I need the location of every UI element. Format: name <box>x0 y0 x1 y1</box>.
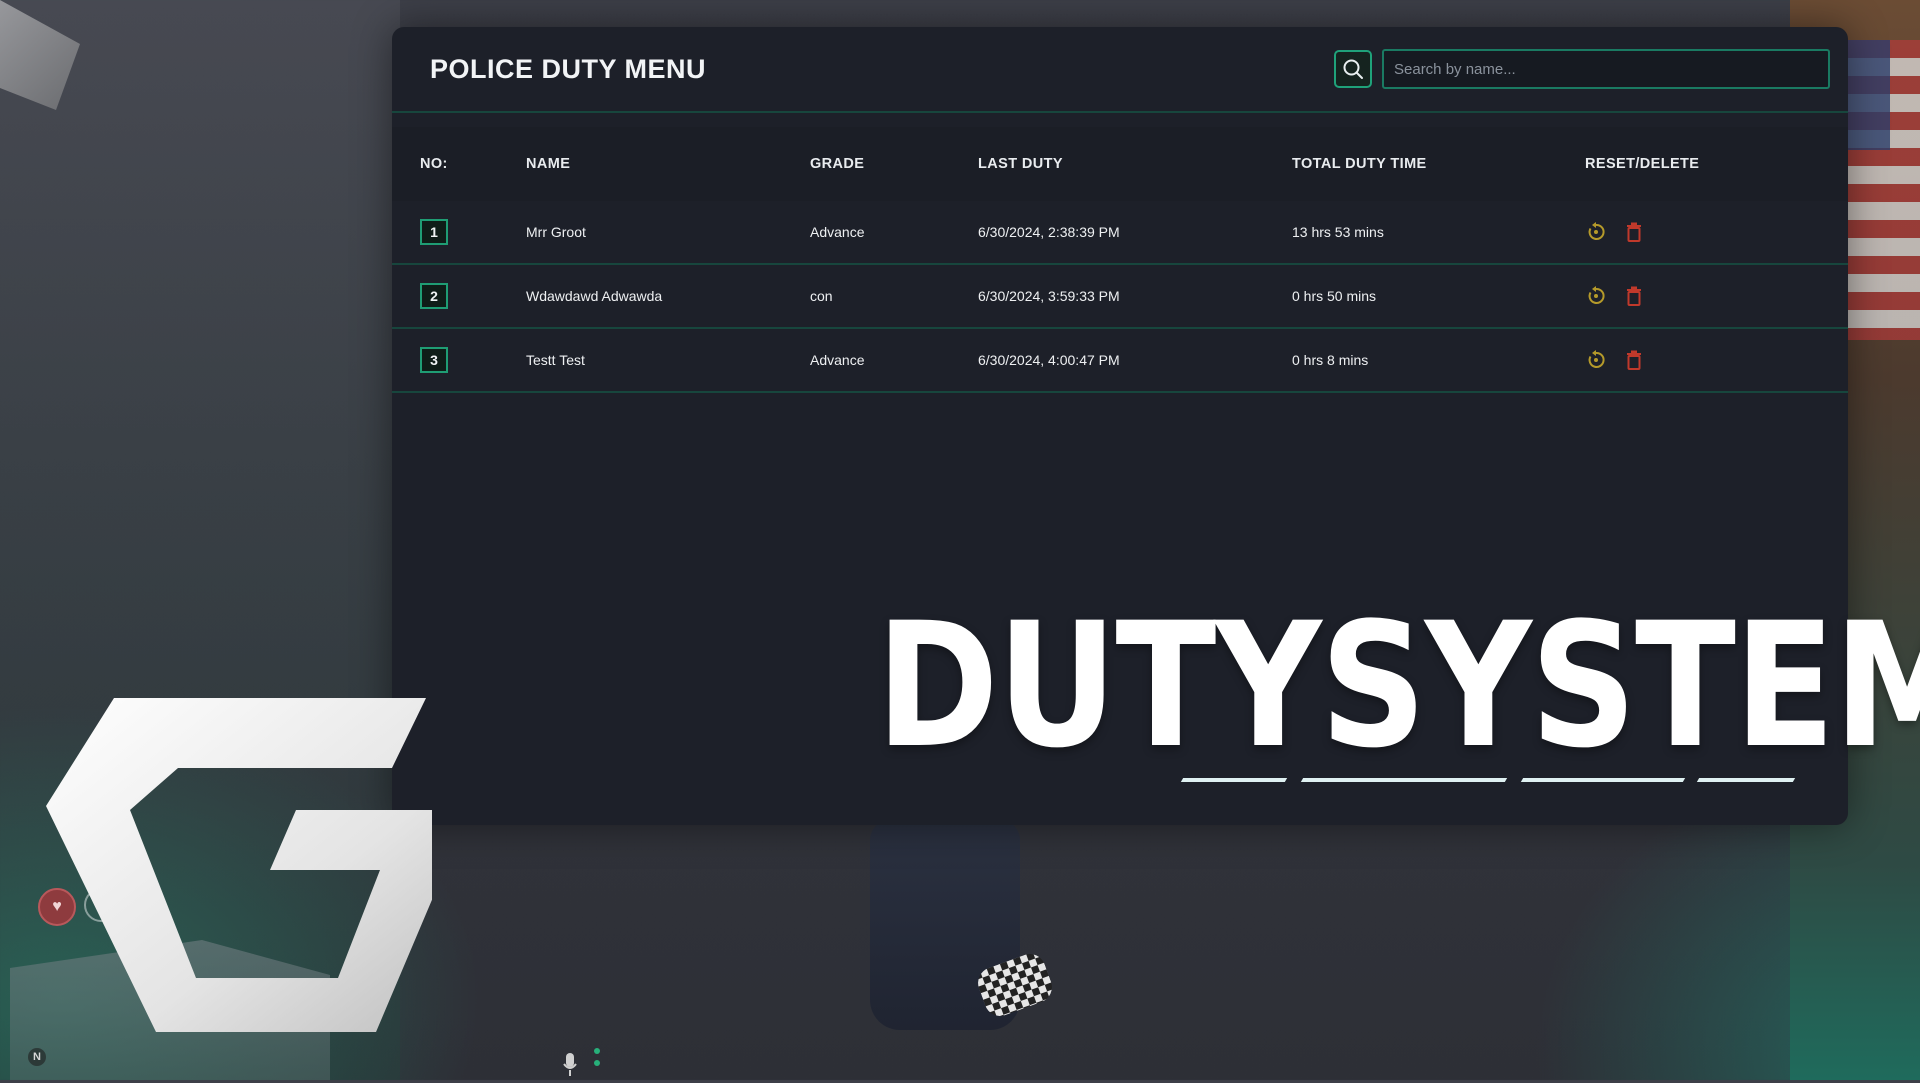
brand-title: DUTYSYSTEM <box>876 585 1920 786</box>
table-row: 2 Wdawdawd Adwawda con 6/30/2024, 3:59:3… <box>392 265 1848 329</box>
officer-grade: con <box>810 288 833 304</box>
background-flag-canton <box>1845 40 1890 150</box>
officer-grade: Advance <box>810 352 865 368</box>
voice-level-indicator <box>594 1048 600 1072</box>
officer-grade: Advance <box>810 224 865 240</box>
reset-button[interactable] <box>1585 221 1607 243</box>
delete-button[interactable] <box>1623 221 1645 243</box>
microphone-icon <box>562 1052 578 1078</box>
row-number-badge: 2 <box>420 283 448 309</box>
column-header-no: NO: <box>420 156 448 172</box>
reset-icon <box>1588 286 1605 304</box>
officer-name: Wdawdawd Adwawda <box>526 288 663 304</box>
panel-header: POLICE DUTY MENU <box>392 27 1848 113</box>
row-actions <box>1585 285 1848 307</box>
column-header-total-duty-time: TOTAL DUTY TIME <box>1292 156 1427 172</box>
delete-button[interactable] <box>1623 285 1645 307</box>
reset-button[interactable] <box>1585 349 1607 371</box>
table-row: 1 Mrr Groot Advance 6/30/2024, 2:38:39 P… <box>392 201 1848 265</box>
search-input[interactable] <box>1382 49 1830 89</box>
last-duty: 6/30/2024, 3:59:33 PM <box>978 288 1120 304</box>
reset-icon <box>1588 222 1605 240</box>
brand-underline-segment <box>1180 778 1288 782</box>
row-number-badge: 3 <box>420 347 448 373</box>
total-duty-time: 0 hrs 8 mins <box>1292 352 1369 368</box>
search-icon <box>1343 59 1363 79</box>
row-actions <box>1585 221 1848 243</box>
g-logo-icon <box>46 698 432 1032</box>
page-title: POLICE DUTY MENU <box>430 53 707 84</box>
table-header: NO: NAME GRADE LAST DUTY TOTAL DUTY TIME… <box>392 127 1848 201</box>
reset-icon <box>1588 350 1605 368</box>
row-number-badge: 1 <box>420 219 448 245</box>
compass-indicator: N <box>28 1048 46 1066</box>
last-duty: 6/30/2024, 2:38:39 PM <box>978 224 1120 240</box>
search-bar <box>1334 49 1830 89</box>
trash-icon <box>1627 350 1641 370</box>
column-header-reset-delete: RESET/DELETE <box>1585 156 1700 172</box>
reset-button[interactable] <box>1585 285 1607 307</box>
trash-icon <box>1627 286 1641 306</box>
brand-underline-segment <box>1696 778 1796 782</box>
row-actions <box>1585 349 1848 371</box>
brand-underline-segment <box>1520 778 1686 782</box>
column-header-name: NAME <box>526 156 571 172</box>
delete-button[interactable] <box>1623 349 1645 371</box>
search-button[interactable] <box>1334 50 1372 88</box>
table-row: 3 Testt Test Advance 6/30/2024, 4:00:47 … <box>392 329 1848 393</box>
column-header-grade: GRADE <box>810 156 865 172</box>
column-header-last-duty: LAST DUTY <box>978 156 1063 172</box>
officer-name: Testt Test <box>526 352 585 368</box>
last-duty: 6/30/2024, 4:00:47 PM <box>978 352 1120 368</box>
trash-icon <box>1627 222 1641 242</box>
total-duty-time: 13 hrs 53 mins <box>1292 224 1384 240</box>
brand-underline-segment <box>1300 778 1508 782</box>
officer-name: Mrr Groot <box>526 224 586 240</box>
total-duty-time: 0 hrs 50 mins <box>1292 288 1377 304</box>
